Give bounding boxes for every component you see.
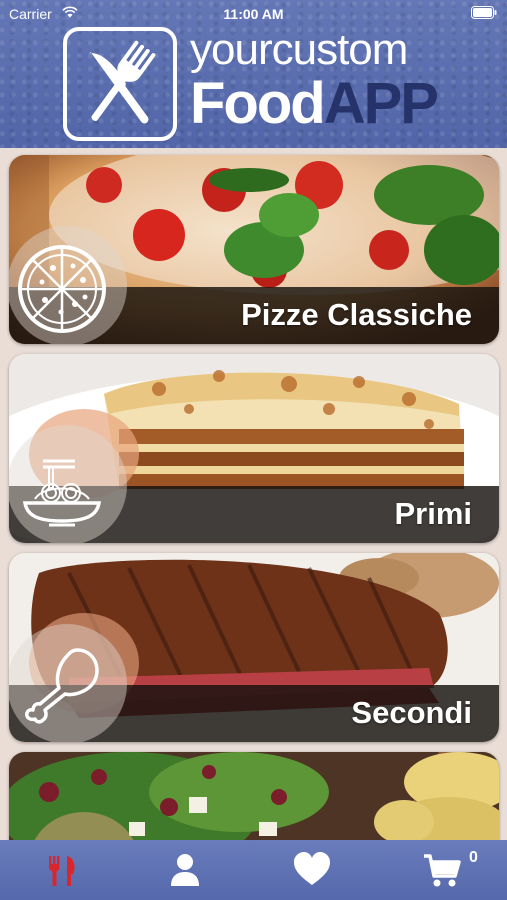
user-icon bbox=[171, 854, 199, 886]
tab-cart[interactable] bbox=[422, 850, 462, 890]
battery-icon bbox=[471, 6, 497, 19]
logo-text-line-1: yourcustom bbox=[190, 25, 409, 74]
category-card-primi[interactable]: Primi bbox=[9, 354, 499, 543]
card-title: Pizze Classiche bbox=[241, 297, 472, 332]
card-title: Primi bbox=[394, 496, 472, 531]
logo-text-line-2: FoodAPP bbox=[190, 71, 439, 136]
logo-app: APP bbox=[323, 71, 439, 136]
tab-bar bbox=[0, 840, 507, 900]
category-card-secondi[interactable]: Secondi bbox=[9, 553, 499, 742]
app-header: Carrier 11:00 AM yourcustom FoodAPP bbox=[0, 0, 507, 148]
category-card-pizze-classiche[interactable]: Pizze Classiche bbox=[9, 155, 499, 344]
logo-custom: custom bbox=[271, 25, 409, 74]
pasta-bowl-icon bbox=[22, 459, 102, 527]
tab-menu[interactable] bbox=[43, 850, 83, 890]
cart-count-badge: 0 bbox=[469, 849, 478, 866]
fork-knife-icon bbox=[49, 856, 75, 886]
chicken-leg-icon bbox=[25, 648, 99, 724]
card-title: Secondi bbox=[351, 695, 472, 730]
heart-icon bbox=[294, 852, 330, 885]
status-bar: Carrier 11:00 AM bbox=[0, 0, 507, 26]
cart-icon bbox=[424, 854, 461, 887]
logo-your: your bbox=[190, 25, 273, 74]
status-time: 11:00 AM bbox=[223, 6, 284, 22]
pizza-icon bbox=[18, 245, 106, 333]
tab-profile[interactable] bbox=[165, 850, 205, 890]
fork-knife-icon bbox=[89, 40, 156, 124]
logo-food: Food bbox=[190, 71, 326, 136]
logo-badge bbox=[63, 27, 177, 141]
tab-favorites[interactable] bbox=[292, 850, 332, 890]
